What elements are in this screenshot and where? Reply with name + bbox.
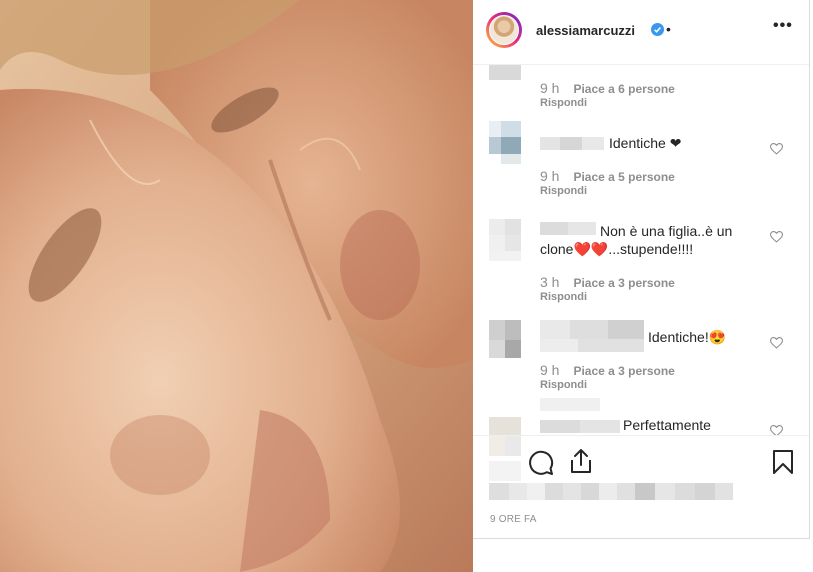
post-image: [0, 0, 473, 572]
reply-button[interactable]: Rispondi: [540, 97, 587, 109]
username-link[interactable]: alessiamarcuzzi: [536, 23, 635, 38]
heart-icon[interactable]: [770, 231, 783, 243]
commenter-avatar[interactable]: [489, 417, 521, 435]
comment-time: 3 h: [540, 274, 560, 290]
post-panel: alessiamarcuzzi • ••• 9 h Piace a 6 perso…: [473, 0, 810, 539]
comment-time: 9 h: [540, 80, 560, 96]
comment-likes[interactable]: Piace a 6 persone: [573, 82, 674, 96]
comment-text-line1: Non è una figlia..è un: [600, 223, 733, 239]
comment-meta: 3 h Piace a 3 persone: [540, 274, 675, 290]
commenter-avatar[interactable]: [489, 219, 521, 261]
comments-list: 9 h Piace a 6 persone Rispondi Identiche …: [473, 65, 809, 435]
comment-likes[interactable]: Piace a 5 persone: [573, 170, 674, 184]
heart-icon[interactable]: [770, 143, 783, 155]
comment-meta: 9 h Piace a 5 persone: [540, 168, 675, 184]
post-header: alessiamarcuzzi • •••: [473, 0, 809, 65]
verified-badge-icon: [651, 23, 664, 36]
blurred-username[interactable]: [540, 222, 596, 235]
bookmark-icon[interactable]: [772, 449, 794, 475]
commenter-avatar[interactable]: [489, 320, 521, 358]
action-bar: [473, 435, 809, 488]
comment-text: Identiche ❤: [609, 135, 682, 151]
comment-text: Identiche!😍: [648, 329, 727, 345]
blurred-likes-bar[interactable]: [489, 483, 733, 500]
heart-icon[interactable]: [770, 337, 783, 349]
comment-likes[interactable]: Piace a 3 persone: [573, 364, 674, 378]
blurred-username[interactable]: [540, 420, 620, 433]
comment-time: 9 h: [540, 362, 560, 378]
share-icon[interactable]: [569, 448, 593, 474]
comment-text: Perfettamente: [623, 417, 711, 433]
reply-button[interactable]: Rispondi: [540, 379, 587, 391]
comment-meta: 9 h Piace a 3 persone: [540, 362, 675, 378]
comment-likes[interactable]: Piace a 3 persone: [573, 276, 674, 290]
post-time-ago[interactable]: 9 ORE FA: [490, 514, 537, 525]
comment-text-line2: clone❤️❤️...stupende!!!!: [540, 241, 694, 257]
reply-button[interactable]: Rispondi: [540, 291, 587, 303]
separator-dot: •: [666, 21, 671, 37]
comment-meta: 9 h Piace a 6 persone: [540, 80, 675, 96]
commenter-avatar[interactable]: [489, 121, 521, 164]
blurred-username: [540, 398, 600, 411]
comment-icon[interactable]: [528, 450, 554, 476]
blurred-username: [540, 339, 644, 352]
blurred-username[interactable]: [540, 137, 604, 150]
comment-time: 9 h: [540, 168, 560, 184]
reply-button[interactable]: Rispondi: [540, 185, 587, 197]
blurred-username[interactable]: [540, 320, 644, 339]
avatar[interactable]: [486, 12, 522, 48]
post-photo[interactable]: [0, 0, 473, 572]
heart-icon[interactable]: [770, 425, 783, 435]
commenter-avatar[interactable]: [489, 65, 521, 92]
more-options-icon[interactable]: •••: [773, 17, 793, 35]
